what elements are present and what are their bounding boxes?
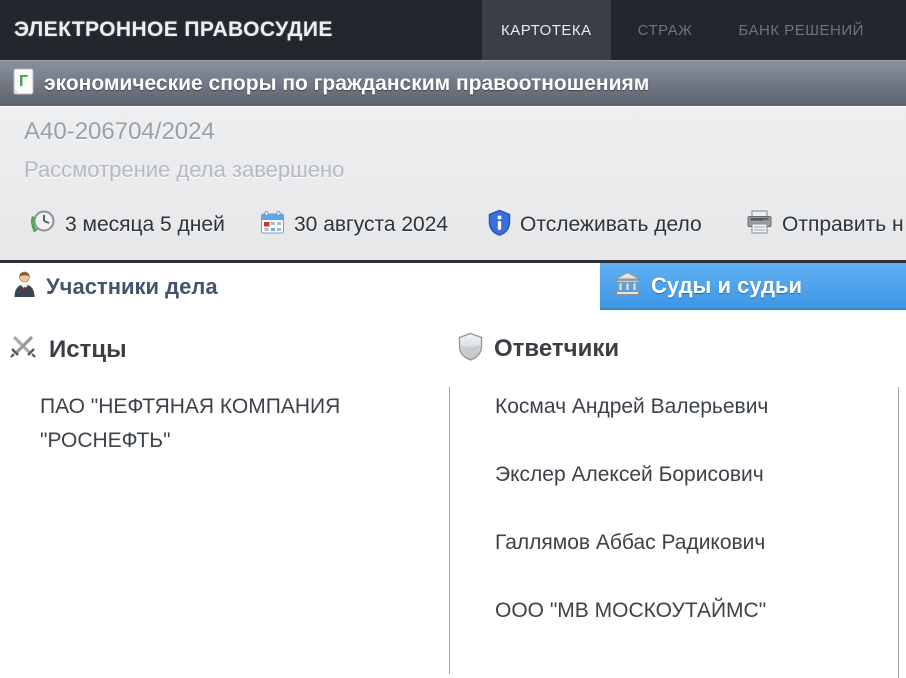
participants-content: Истцы Ответчики	[0, 310, 906, 678]
plaintiffs-heading: Истцы	[8, 332, 127, 367]
nav-tab-bank-resheniy[interactable]: БАНК РЕШЕНИЙ	[720, 0, 883, 60]
tab-participants[interactable]: Участники дела	[13, 263, 218, 310]
app-header: ЭЛЕКТРОННОЕ ПРАВОСУДИЕ КАРТОТЕКА СТРАЖ Б…	[0, 0, 906, 60]
print-case-button[interactable]: Отправить н	[746, 203, 904, 247]
nav-tab-kartoteka[interactable]: КАРТОТЕКА	[482, 0, 611, 60]
case-duration: 3 месяца 5 дней	[28, 203, 225, 247]
case-number: А40-206704/2024	[24, 118, 215, 146]
defendants-heading: Ответчики	[458, 332, 619, 366]
main-nav: КАРТОТЕКА СТРАЖ БАНК РЕШЕНИЙ	[482, 0, 883, 60]
section-tabs: Участники дела Суды и судьи	[0, 263, 906, 310]
print-case-label: Отправить н	[782, 213, 904, 237]
case-type-document-icon: Г	[13, 68, 34, 100]
track-shield-icon	[488, 209, 511, 242]
app-title: ЭЛЕКТРОННОЕ ПРАВОСУДИЕ	[14, 18, 333, 42]
track-case-label: Отслеживать дело	[520, 213, 702, 237]
track-case-button[interactable]: Отслеживать дело	[488, 203, 702, 247]
person-icon	[13, 270, 36, 303]
plaintiffs-list: ПАО "НЕФТЯНАЯ КОМПАНИЯ "РОСНЕФТЬ"	[40, 390, 420, 492]
case-date-label: 30 августа 2024	[294, 213, 448, 237]
defendant-item: Космач Андрей Валерьевич	[495, 390, 875, 424]
svg-text:Г: Г	[19, 73, 28, 90]
defendant-item: ООО "МВ МОСКОУТАЙМС"	[495, 594, 875, 628]
defendants-heading-label: Ответчики	[494, 335, 619, 363]
bank-building-icon	[614, 271, 641, 301]
case-info-section: А40-206704/2024 Рассмотрение дела заверш…	[0, 107, 906, 260]
defendants-list: Космач Андрей Валерьевич Экслер Алексей Б…	[495, 390, 875, 662]
defendant-item: Экслер Алексей Борисович	[495, 458, 875, 492]
nav-tab-strazh[interactable]: СТРАЖ	[619, 0, 712, 60]
plaintiff-item: ПАО "НЕФТЯНАЯ КОМПАНИЯ "РОСНЕФТЬ"	[40, 390, 420, 458]
column-divider-left	[449, 387, 450, 674]
shield-icon	[458, 332, 483, 366]
plaintiffs-heading-label: Истцы	[49, 336, 127, 364]
case-duration-label: 3 месяца 5 дней	[65, 213, 225, 237]
column-divider-right	[898, 387, 899, 678]
tab-courts-label: Суды и судьи	[651, 273, 802, 299]
case-date: 30 августа 2024	[260, 203, 448, 247]
case-category-label: экономические споры по гражданским право…	[44, 72, 649, 96]
calendar-icon	[260, 210, 285, 241]
case-category-bar: Г экономические споры по гражданским пра…	[0, 60, 906, 106]
case-card-page: ЭЛЕКТРОННОЕ ПРАВОСУДИЕ КАРТОТЕКА СТРАЖ Б…	[0, 0, 906, 678]
history-clock-icon	[28, 208, 56, 242]
printer-icon	[746, 210, 773, 241]
case-status: Рассмотрение дела завершено	[24, 157, 344, 183]
crossed-swords-icon	[8, 332, 38, 367]
tab-participants-label: Участники дела	[46, 274, 218, 300]
defendant-item: Галлямов Аббас Радикович	[495, 526, 875, 560]
tab-courts[interactable]: Суды и судьи	[600, 263, 906, 310]
